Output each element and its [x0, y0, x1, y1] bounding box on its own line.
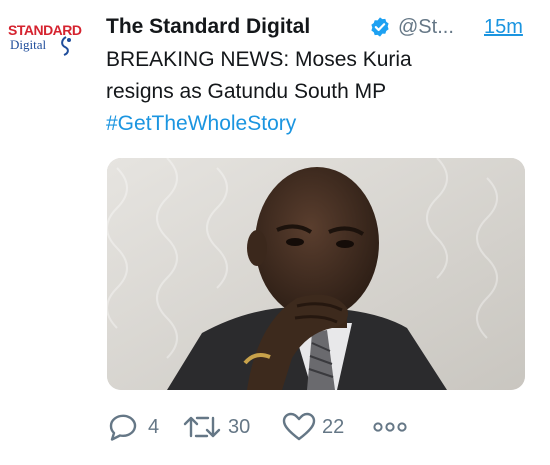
reply-count: 4 [148, 415, 160, 438]
heart-icon [282, 412, 316, 441]
tweet-card[interactable]: STANDARD Digital The Standard Digital @S… [0, 0, 550, 465]
reply-icon [109, 414, 137, 441]
logo-mark-icon [61, 36, 71, 56]
logo-wordmark-bottom: Digital [10, 37, 47, 52]
account-handle[interactable]: @St... [398, 12, 454, 42]
retweet-button[interactable]: 30 [182, 410, 250, 444]
like-button[interactable]: 22 [282, 410, 344, 444]
tweet-text: BREAKING NEWS: Moses Kuria resigns as Ga… [106, 44, 526, 140]
tweet-text-line: BREAKING NEWS: Moses Kuria [106, 48, 412, 71]
retweet-icon [183, 416, 221, 438]
like-count: 22 [322, 415, 345, 438]
photo-illustration [107, 158, 525, 390]
hashtag-link[interactable]: #GetTheWholeStory [106, 108, 526, 140]
tweet-text-line: resigns as Gatundu South MP [106, 80, 387, 103]
tweet-photo[interactable] [107, 158, 525, 390]
tweet-timestamp[interactable]: 15m [484, 12, 523, 42]
avatar[interactable]: STANDARD Digital [6, 22, 86, 74]
tweet-actions: 4 30 22 [106, 410, 526, 444]
display-name[interactable]: The Standard Digital [106, 12, 310, 42]
retweet-count: 30 [228, 415, 251, 438]
tweet-header: The Standard Digital @St... 15m [106, 12, 536, 42]
reply-button[interactable]: 4 [106, 410, 159, 444]
more-dots-icon [373, 422, 407, 432]
more-button[interactable] [372, 410, 408, 444]
verified-badge-icon [371, 17, 389, 37]
